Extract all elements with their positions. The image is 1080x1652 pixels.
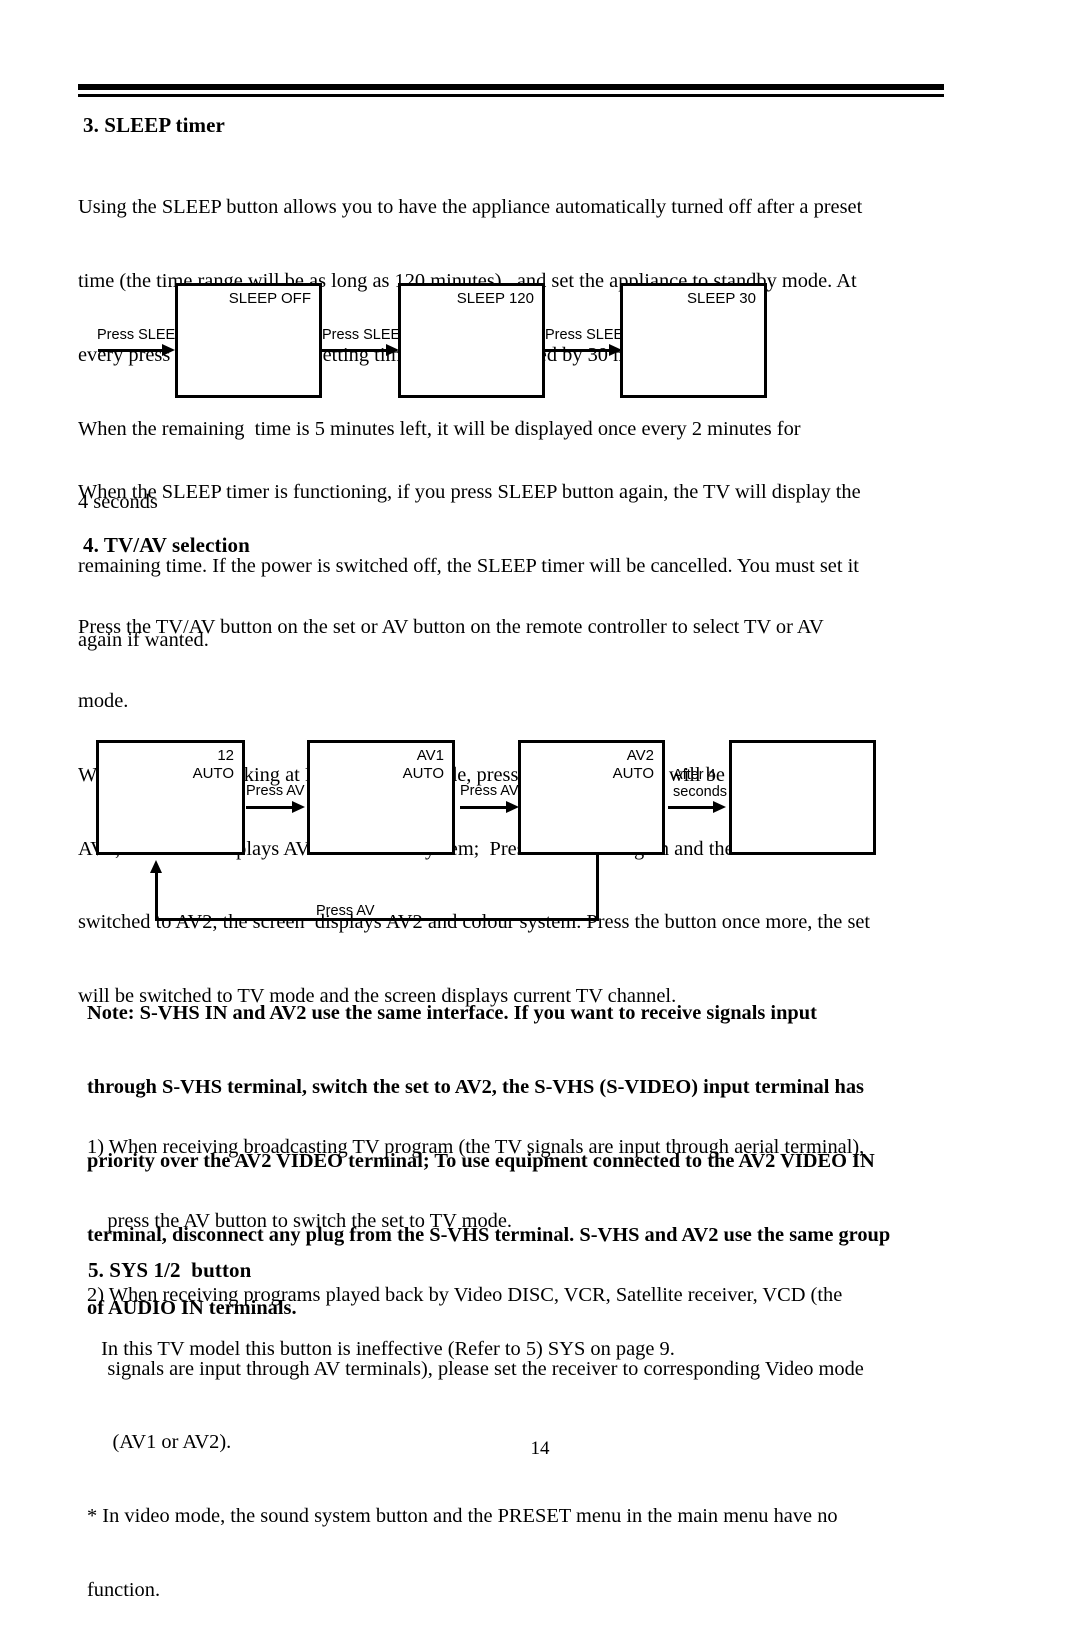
- heading-sys-button: 5. SYS 1/2 button: [88, 1258, 252, 1282]
- arrow-label-after-4-seconds: After 4 seconds: [673, 767, 728, 800]
- diagram-box-tv-mode-blank: [729, 740, 876, 855]
- arrow-head-up-icon: [150, 860, 162, 873]
- list-item: 1) When receiving broadcasting TV progra…: [87, 1136, 865, 1159]
- page-number: 14: [530, 1438, 550, 1459]
- list-item: * In video mode, the sound system button…: [87, 1505, 838, 1528]
- arrow-label-press-av-loop: Press AV: [316, 903, 375, 919]
- arrow-shaft: [668, 806, 715, 809]
- manual-page: 3. SLEEP timer Using the SLEEP button al…: [0, 0, 1080, 1601]
- paragraph-sys-button: In this TV model this button is ineffect…: [96, 1288, 986, 1411]
- diagram-box-label: AV1 AUTO: [402, 747, 444, 782]
- diagram-box-av2: AV2 AUTO: [518, 740, 665, 855]
- diagram-box-label: 12 AUTO: [192, 747, 234, 782]
- loop-segment-vertical-left: [155, 872, 158, 921]
- arrow-label-press-av-2: Press AV: [460, 783, 519, 799]
- diagram-box-label: AV2 AUTO: [612, 747, 654, 782]
- loop-segment-vertical-right: [596, 855, 599, 921]
- arrow-head-icon: [292, 801, 305, 813]
- diagram-box-av1: AV1 AUTO: [307, 740, 455, 855]
- list-item: function.: [87, 1578, 161, 1601]
- text-line: In this TV model this button is ineffect…: [96, 1338, 675, 1361]
- diagram-box-channel-12: 12 AUTO: [96, 740, 245, 855]
- list-item: press the AV button to switch the set to…: [87, 1209, 512, 1232]
- text-line: Note: S-VHS IN and AV2 use the same inte…: [87, 1002, 817, 1025]
- arrow-shaft: [460, 806, 508, 809]
- arrow-label-press-av-1: Press AV: [246, 783, 305, 799]
- arrow-shaft: [246, 806, 294, 809]
- loop-segment-horizontal: [155, 918, 599, 921]
- arrow-head-icon: [713, 801, 726, 813]
